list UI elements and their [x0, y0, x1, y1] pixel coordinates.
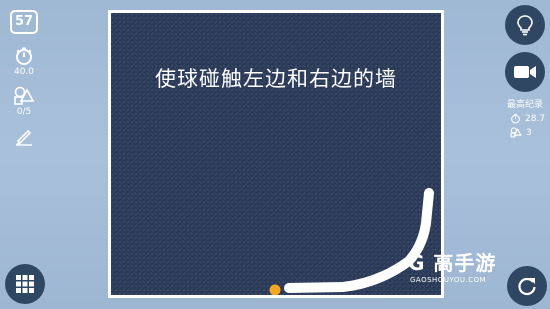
restart-button[interactable]	[507, 266, 547, 306]
video-solution-button[interactable]	[505, 52, 545, 92]
stopwatch-icon	[511, 113, 520, 124]
best-shapes-value: 3	[526, 127, 532, 138]
shapes-value: 0/5	[16, 107, 32, 117]
watermark-url: GAOSHOUYOU.COM	[410, 276, 487, 284]
pencil-icon	[14, 126, 34, 150]
lightbulb-icon	[517, 15, 533, 36]
watermark: G 高手游 GAOSHOUYOU.COM	[408, 247, 496, 284]
shapes-icon	[510, 127, 522, 138]
best-time-value: 28.7	[525, 113, 546, 124]
video-camera-icon	[514, 66, 536, 78]
restart-icon	[518, 277, 536, 296]
best-time-row: 28.7	[510, 113, 545, 124]
game-board: 使球碰触左边和右边的墙	[108, 10, 444, 298]
shapes-stat: 0/5	[8, 86, 40, 117]
shapes-icon	[14, 86, 35, 105]
ball	[269, 284, 281, 295]
play-area[interactable]: 使球碰触左边和右边的墙	[111, 13, 441, 295]
best-shapes-row: 3	[510, 127, 532, 138]
level-number: 57	[10, 10, 38, 34]
timer-stat: 40.0	[8, 46, 40, 77]
hint-button[interactable]	[505, 5, 545, 45]
level-menu-button[interactable]	[5, 264, 45, 304]
watermark-brand: G 高手游	[408, 251, 497, 275]
stopwatch-icon	[16, 47, 32, 65]
timer-value: 40.0	[13, 67, 35, 77]
grid-menu-icon	[16, 275, 34, 293]
drawn-stroke-layer	[269, 188, 434, 295]
best-record-title: 最高纪录	[506, 100, 543, 110]
